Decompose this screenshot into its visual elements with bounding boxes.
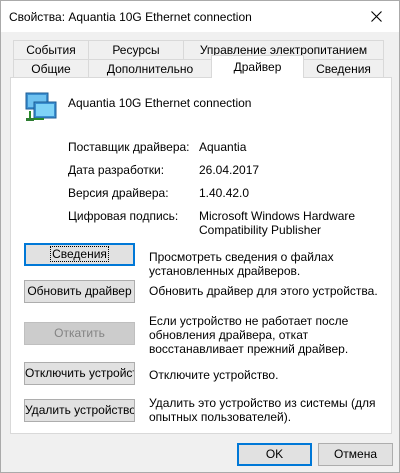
window-title: Свойства: Aquantia 10G Ethernet connecti… bbox=[9, 10, 252, 24]
ok-button[interactable]: OK bbox=[237, 443, 312, 466]
network-adapter-icon bbox=[25, 92, 57, 121]
close-icon bbox=[371, 11, 382, 22]
disable-device-description: Отключите устройство. bbox=[149, 368, 279, 382]
tab-advanced[interactable]: Дополнительно bbox=[88, 59, 212, 79]
tab-details[interactable]: Сведения bbox=[303, 59, 384, 79]
date-value: 26.04.2017 bbox=[199, 163, 260, 177]
version-value: 1.40.42.0 bbox=[199, 186, 250, 200]
tab-driver[interactable]: Драйвер bbox=[211, 55, 304, 78]
signature-value: Microsoft Windows Hardware Compatibility… bbox=[199, 209, 356, 237]
details-button[interactable]: Сведения bbox=[24, 243, 135, 266]
provider-value: Aquantia bbox=[199, 140, 247, 154]
title-bar[interactable]: Свойства: Aquantia 10G Ethernet connecti… bbox=[1, 1, 399, 32]
tab-general[interactable]: Общие bbox=[13, 59, 89, 79]
rollback-driver-description: Если устройство не работает после обновл… bbox=[149, 314, 349, 356]
uninstall-device-button[interactable]: Удалить устройство bbox=[24, 399, 135, 422]
disable-device-button[interactable]: Отключить устройство bbox=[24, 362, 135, 385]
cancel-button[interactable]: Отмена bbox=[318, 443, 393, 466]
signature-label: Цифровая подпись: bbox=[68, 209, 179, 223]
rollback-driver-button[interactable]: Откатить bbox=[24, 322, 135, 345]
device-name: Aquantia 10G Ethernet connection bbox=[68, 96, 252, 110]
driver-tab-panel: Aquantia 10G Ethernet connection Поставщ… bbox=[10, 77, 392, 434]
tab-events[interactable]: События bbox=[13, 40, 89, 60]
tab-resources[interactable]: Ресурсы bbox=[88, 40, 184, 60]
provider-label: Поставщик драйвера: bbox=[68, 140, 190, 154]
details-description: Просмотреть сведения о файлах установлен… bbox=[149, 250, 334, 278]
update-driver-button[interactable]: Обновить драйвер bbox=[24, 280, 135, 303]
close-button[interactable] bbox=[354, 1, 399, 32]
uninstall-device-description: Удалить это устройство из системы (для о… bbox=[149, 396, 376, 424]
update-driver-description: Обновить драйвер для этого устройства. bbox=[149, 284, 378, 298]
properties-dialog: Свойства: Aquantia 10G Ethernet connecti… bbox=[0, 0, 400, 473]
date-label: Дата разработки: bbox=[68, 163, 165, 177]
version-label: Версия драйвера: bbox=[68, 186, 169, 200]
details-button-label: Сведения bbox=[50, 246, 109, 262]
